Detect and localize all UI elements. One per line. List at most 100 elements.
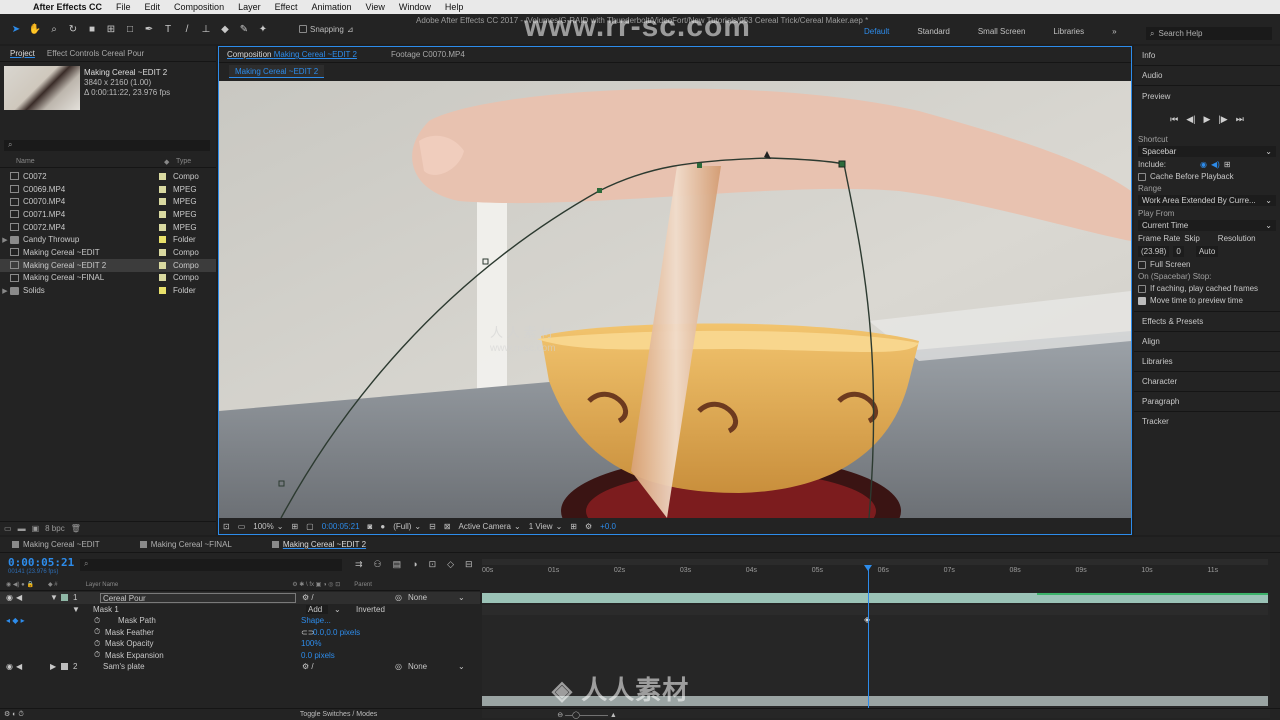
playhead-line[interactable] xyxy=(868,568,869,708)
eraser-tool-icon[interactable]: ◆ xyxy=(217,21,233,37)
panel-effects-presets[interactable]: Effects & Presets xyxy=(1134,311,1280,331)
composition-viewer[interactable] xyxy=(219,81,1131,518)
audio-icon[interactable]: ◀ xyxy=(16,593,22,602)
new-folder-icon[interactable]: ▬ xyxy=(18,524,26,533)
parent-dropdown[interactable]: None xyxy=(408,662,464,671)
expand-triangle-icon[interactable]: ▶ xyxy=(50,662,56,671)
brush-tool-icon[interactable]: / xyxy=(179,21,195,37)
next-frame-icon[interactable]: |▶ xyxy=(1218,114,1227,125)
mask-feather-value[interactable]: 0.0,0.0 pixels xyxy=(313,628,360,637)
item-label-color[interactable] xyxy=(159,274,166,282)
mask-name[interactable]: Mask 1 xyxy=(93,605,119,614)
menu-file[interactable]: File xyxy=(109,2,138,12)
item-label-color[interactable] xyxy=(159,210,166,218)
panel-info[interactable]: Info xyxy=(1134,46,1280,66)
column-parent[interactable]: Parent xyxy=(354,582,372,588)
range-dropdown[interactable]: Work Area Extended By Curre... ⌄ xyxy=(1138,195,1276,206)
full-screen-option[interactable]: Full Screen xyxy=(1138,260,1276,269)
fast-previews-icon[interactable]: ⚙ xyxy=(585,522,592,531)
workspace-libraries[interactable]: Libraries xyxy=(1053,27,1084,36)
mask-expansion-value[interactable]: 0.0 pixels xyxy=(301,651,335,660)
cache-before-playback[interactable]: Cache Before Playback xyxy=(1138,172,1276,181)
stopwatch-icon[interactable]: ⏱ xyxy=(94,639,100,649)
panel-libraries[interactable]: Libraries xyxy=(1134,351,1280,371)
panel-character[interactable]: Character xyxy=(1134,371,1280,391)
audio-icon[interactable]: ◀ xyxy=(16,662,22,671)
stopwatch-icon[interactable]: ⏱ xyxy=(94,616,100,626)
tab-making-cereal-edit-2[interactable]: Making Cereal ~EDIT 2 xyxy=(271,540,366,549)
mask-visibility-icon[interactable]: ▢ xyxy=(306,522,314,531)
frame-rate-dropdown[interactable]: (23.98) xyxy=(1138,246,1170,257)
play-from-dropdown[interactable]: Current Time ⌄ xyxy=(1138,220,1276,231)
pixel-aspect-icon[interactable]: ⊞ xyxy=(570,522,577,531)
workspace-small-screen[interactable]: Small Screen xyxy=(978,27,1026,36)
workspace-overflow-icon[interactable]: » xyxy=(1112,27,1116,36)
panel-align[interactable]: Align xyxy=(1134,331,1280,351)
puppet-pin-tool-icon[interactable]: ✦ xyxy=(255,21,271,37)
full-screen-checkbox[interactable] xyxy=(1138,260,1146,269)
motion-blur-icon[interactable]: ◑ xyxy=(412,559,417,570)
menu-view[interactable]: View xyxy=(358,2,391,12)
graph-editor-icon[interactable]: ⊡ xyxy=(429,559,437,570)
project-list-item[interactable]: C0070.MP4 MPEG xyxy=(0,195,216,208)
safe-zones-icon[interactable]: ⊞ xyxy=(291,522,298,531)
layer-switches-icon[interactable]: ⚙ / xyxy=(302,593,314,602)
project-list-item[interactable]: C0072.MP4 MPEG xyxy=(0,221,216,234)
zoom-dropdown[interactable]: 100% ⌄ xyxy=(253,522,283,531)
move-time-option[interactable]: Move time to preview time xyxy=(1138,296,1276,305)
timeline-current-time[interactable]: 0:00:05:21 xyxy=(8,556,74,569)
workspace-default[interactable]: Default xyxy=(864,27,889,36)
parent-dropdown[interactable]: None xyxy=(408,593,464,602)
color-channels-icon[interactable]: ● xyxy=(380,522,385,531)
mask-opacity-row[interactable]: ⏱ Mask Opacity 100% xyxy=(0,638,480,650)
panel-paragraph[interactable]: Paragraph xyxy=(1134,391,1280,411)
clone-stamp-tool-icon[interactable]: ⊥ xyxy=(198,21,214,37)
workspace-standard[interactable]: Standard xyxy=(917,27,949,36)
item-label-color[interactable] xyxy=(159,261,166,269)
previous-frame-icon[interactable]: ◀| xyxy=(1186,114,1195,125)
playhead-handle-icon[interactable] xyxy=(864,565,872,571)
item-label-color[interactable] xyxy=(159,248,166,256)
expand-triangle-icon[interactable]: ▼ xyxy=(72,605,80,614)
layer-switches-icon[interactable]: ⚙ / xyxy=(302,662,314,671)
include-overlays-icon[interactable]: ⊞ xyxy=(1224,160,1231,169)
type-tool-icon[interactable]: T xyxy=(160,21,176,37)
snapping-options-icon[interactable]: ⊿ xyxy=(347,25,354,34)
menu-layer[interactable]: Layer xyxy=(231,2,268,12)
snapping-checkbox[interactable] xyxy=(299,25,307,33)
menu-app-name[interactable]: After Effects CC xyxy=(26,2,109,12)
stopwatch-icon[interactable]: ⏱ xyxy=(94,627,100,637)
keyframe-nav-icon[interactable]: ◂ ◆ ▸ xyxy=(6,616,25,625)
exposure-value[interactable]: +0.0 xyxy=(600,522,616,531)
shy-layers-icon[interactable]: ⚇ xyxy=(374,559,382,570)
panel-preview[interactable]: Preview xyxy=(1134,86,1280,106)
project-search-input[interactable]: ⌕ xyxy=(4,140,210,151)
tab-project[interactable]: Project xyxy=(6,49,39,58)
region-icon[interactable]: ▭ xyxy=(238,522,246,531)
item-label-color[interactable] xyxy=(159,287,166,295)
bit-depth-button[interactable]: 8 bpc xyxy=(45,524,65,533)
layer-name[interactable]: Cereal Pour xyxy=(100,592,296,603)
selection-tool-icon[interactable]: ➤ xyxy=(8,21,24,37)
transparency-grid-icon[interactable]: ⊠ xyxy=(444,522,451,531)
column-name[interactable]: Name xyxy=(16,158,164,165)
rotate-tool-icon[interactable]: ↻ xyxy=(65,21,81,37)
mask-row[interactable]: ▼ Mask 1 Add ⌄ Inverted xyxy=(0,604,480,616)
hand-tool-icon[interactable]: ✋ xyxy=(27,21,43,37)
layer-color-label[interactable] xyxy=(61,594,68,601)
tab-making-cereal-edit[interactable]: Making Cereal ~EDIT xyxy=(12,540,100,549)
cache-before-checkbox[interactable] xyxy=(1138,172,1146,181)
rectangle-tool-icon[interactable]: □ xyxy=(122,21,138,37)
camera-dropdown[interactable]: Active Camera ⌄ xyxy=(459,522,521,531)
stopwatch-icon[interactable]: ⏱ xyxy=(94,650,100,660)
menu-effect[interactable]: Effect xyxy=(268,2,305,12)
column-type[interactable]: Type xyxy=(176,158,191,165)
frame-blending-icon[interactable]: ▤ xyxy=(393,559,402,570)
if-caching-option[interactable]: If caching, play cached frames xyxy=(1138,284,1276,293)
project-list-item[interactable]: Making Cereal ~FINAL Compo xyxy=(0,272,216,285)
expand-triangle-icon[interactable]: ▼ xyxy=(50,593,58,602)
skip-dropdown[interactable]: 0 xyxy=(1173,246,1184,257)
tab-composition[interactable]: Composition Making Cereal ~EDIT 2 xyxy=(227,50,357,59)
include-audio-icon[interactable]: ◀) xyxy=(1211,160,1220,169)
shortcut-dropdown[interactable]: Spacebar ⌄ xyxy=(1138,146,1276,157)
